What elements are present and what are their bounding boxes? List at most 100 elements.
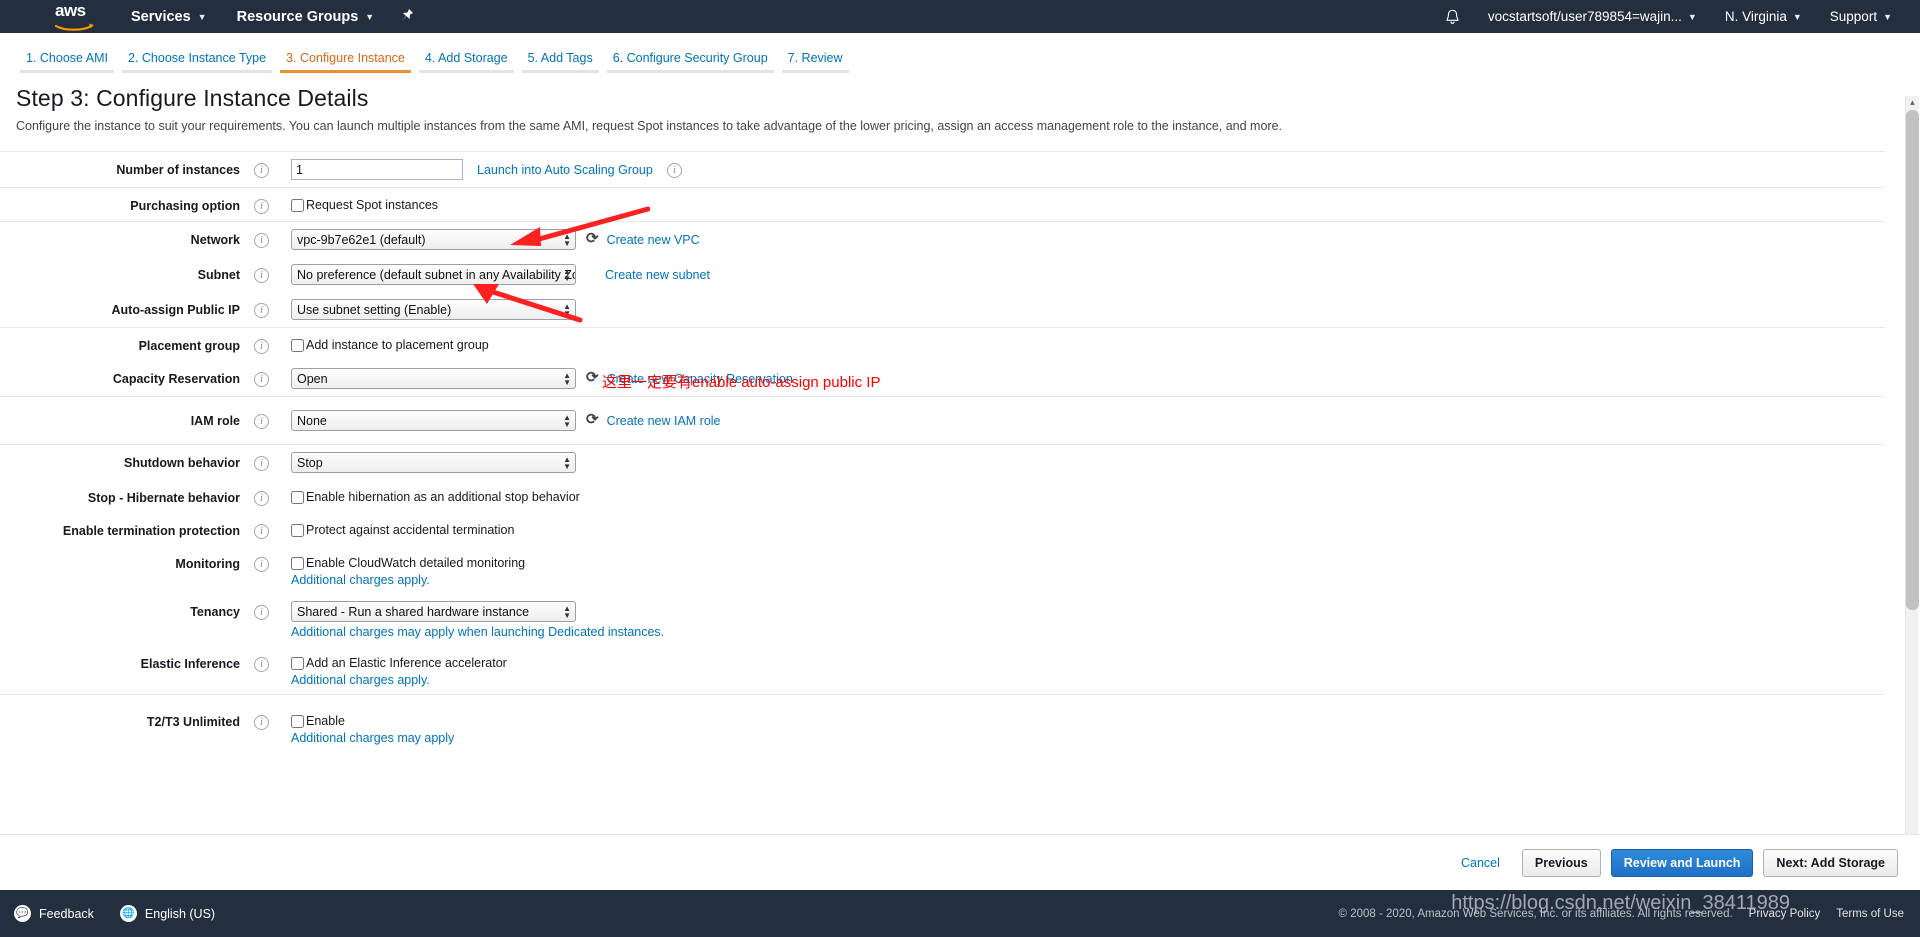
create-new-vpc-link[interactable]: Create new VPC [607, 233, 700, 247]
tab-configure-security-group[interactable]: 6. Configure Security Group [603, 51, 778, 73]
info-icon[interactable]: i [254, 456, 269, 471]
info-icon[interactable]: i [254, 524, 269, 539]
tab-add-storage[interactable]: 4. Add Storage [415, 51, 518, 73]
info-icon[interactable]: i [254, 491, 269, 506]
tab-add-tags[interactable]: 5. Add Tags [518, 51, 603, 73]
info-icon[interactable]: i [254, 715, 269, 730]
network-select[interactable]: vpc-9b7e62e1 (default) ▲ ▼ [291, 229, 576, 250]
bell-icon [1446, 9, 1459, 24]
tenancy-select[interactable]: Shared - Run a shared hardware instance … [291, 601, 576, 622]
scrollbar-thumb[interactable] [1906, 110, 1919, 610]
termination-protection-input[interactable] [291, 523, 304, 537]
review-and-launch-button[interactable]: Review and Launch [1610, 848, 1754, 877]
refresh-capacity-reservation-icon[interactable]: ⟳ [586, 369, 599, 386]
info-icon[interactable]: i [254, 657, 269, 672]
hibernate-behavior-input[interactable] [291, 490, 304, 504]
elastic-inference-checkbox[interactable]: Add an Elastic Inference accelerator [291, 653, 507, 670]
monitoring-charges-link[interactable]: Additional charges apply. [291, 573, 430, 587]
pin-icon[interactable] [400, 8, 414, 25]
launch-into-auto-scaling-group-link[interactable]: Launch into Auto Scaling Group [477, 163, 653, 177]
chevron-down-icon: ▼ [1792, 11, 1802, 22]
iam-role-select[interactable]: None ▲ ▼ [291, 410, 576, 431]
account-menu[interactable]: vocstartsoft/user789854=wajin... ▼ [1474, 9, 1711, 24]
hibernate-behavior-label: Enable hibernation as an additional stop… [306, 490, 580, 504]
feedback-button[interactable]: 💬 Feedback [14, 905, 94, 922]
label-number-of-instances: Number of instances [116, 163, 240, 177]
language-selector[interactable]: 🌐 English (US) [119, 905, 215, 922]
info-icon[interactable]: i [254, 233, 269, 248]
info-icon[interactable]: i [666, 163, 682, 178]
request-spot-instances-checkbox[interactable]: Request Spot instances [291, 195, 438, 212]
select-arrows-icon: ▲ ▼ [563, 603, 571, 620]
auto-assign-public-ip-select[interactable]: Use subnet setting (Enable) ▲ ▼ [291, 299, 576, 320]
tenancy-charges-link[interactable]: Additional charges may apply when launch… [291, 625, 664, 639]
wizard-button-bar: Cancel Previous Review and Launch Next: … [0, 834, 1920, 890]
number-of-instances-input[interactable] [291, 159, 463, 180]
info-icon[interactable]: i [254, 199, 269, 214]
next-add-storage-button[interactable]: Next: Add Storage [1763, 848, 1898, 877]
info-icon[interactable]: i [254, 557, 269, 572]
monitoring-input[interactable] [291, 556, 304, 570]
subnet-select[interactable]: No preference (default subnet in any Ava… [291, 264, 576, 285]
nav-resource-groups[interactable]: Resource Groups ▼ [237, 9, 375, 25]
page-scrollbar[interactable]: ▲ ▼ [1905, 96, 1919, 844]
scroll-up-arrow[interactable]: ▲ [1906, 96, 1919, 109]
support-menu[interactable]: Support ▼ [1816, 9, 1906, 24]
placement-group-input[interactable] [291, 338, 304, 352]
row-shutdown-behavior: Shutdown behavior i Stop ▲ ▼ [0, 445, 1885, 480]
tab-configure-instance[interactable]: 3. Configure Instance [276, 51, 415, 73]
auto-assign-public-ip-value: Use subnet setting (Enable) [297, 302, 452, 317]
cancel-button[interactable]: Cancel [1449, 849, 1512, 877]
label-shutdown-behavior: Shutdown behavior [124, 456, 240, 470]
monitoring-checkbox[interactable]: Enable CloudWatch detailed monitoring [291, 553, 525, 570]
info-icon[interactable]: i [254, 372, 269, 387]
region-menu[interactable]: N. Virginia ▼ [1711, 9, 1816, 24]
row-subnet: Subnet i No preference (default subnet i… [0, 257, 1885, 292]
terms-of-use-link[interactable]: Terms of Use [1836, 908, 1904, 920]
account-label: vocstartsoft/user789854=wajin... [1487, 9, 1682, 24]
tab-underline [122, 70, 273, 73]
t2-t3-charges-link[interactable]: Additional charges may apply [291, 731, 454, 745]
info-icon[interactable]: i [254, 163, 269, 178]
label-t2-t3-unlimited: T2/T3 Unlimited [146, 715, 240, 729]
select-arrows-icon: ▲ ▼ [563, 231, 571, 248]
tab-review[interactable]: 7. Review [778, 51, 853, 73]
elastic-inference-input[interactable] [291, 656, 304, 670]
form-section-placement: Placement group i Add instance to placem… [0, 328, 1885, 397]
info-icon[interactable]: i [254, 414, 269, 429]
support-label: Support [1829, 9, 1878, 24]
select-arrows-icon: ▲ ▼ [563, 454, 571, 471]
elastic-inference-charges-link[interactable]: Additional charges apply. [291, 673, 430, 687]
t2-t3-unlimited-checkbox[interactable]: Enable [291, 711, 345, 728]
placement-group-label: Add instance to placement group [306, 338, 489, 352]
request-spot-instances-input[interactable] [291, 198, 304, 212]
info-icon[interactable]: i [254, 268, 269, 283]
chevron-down-icon: ▼ [197, 11, 207, 22]
capacity-reservation-select[interactable]: Open ▲ ▼ [291, 368, 576, 389]
form-section-iam: IAM role i None ▲ ▼ ⟳ Create new IAM role [0, 397, 1885, 445]
info-icon[interactable]: i [254, 339, 269, 354]
info-icon[interactable]: i [254, 303, 269, 318]
aws-logo[interactable]: aws [54, 2, 101, 31]
notifications-bell[interactable] [1431, 9, 1474, 25]
create-new-iam-role-link[interactable]: Create new IAM role [607, 414, 721, 428]
row-elastic-inference: Elastic Inference i Add an Elastic Infer… [0, 646, 1885, 694]
shutdown-behavior-select[interactable]: Stop ▲ ▼ [291, 452, 576, 473]
refresh-network-icon[interactable]: ⟳ [586, 230, 599, 247]
nav-services[interactable]: Services ▼ [131, 9, 207, 25]
t2-t3-unlimited-input[interactable] [291, 714, 304, 728]
create-new-capacity-reservation-link[interactable]: Create new Capacity Reservation [607, 372, 793, 386]
privacy-policy-link[interactable]: Privacy Policy [1749, 908, 1821, 920]
info-icon[interactable]: i [254, 605, 269, 620]
create-new-subnet-link[interactable]: Create new subnet [605, 268, 710, 282]
tab-choose-instance-type[interactable]: 2. Choose Instance Type [118, 51, 276, 73]
refresh-iam-role-icon[interactable]: ⟳ [586, 411, 599, 428]
previous-button[interactable]: Previous [1521, 848, 1601, 877]
placement-group-checkbox[interactable]: Add instance to placement group [291, 335, 489, 352]
label-termination-protection: Enable termination protection [62, 524, 240, 538]
hibernate-behavior-checkbox[interactable]: Enable hibernation as an additional stop… [291, 487, 580, 504]
tab-choose-ami[interactable]: 1. Choose AMI [16, 51, 118, 73]
label-auto-assign-public-ip: Auto-assign Public IP [111, 303, 241, 317]
configure-instance-form: Number of instances i Launch into Auto S… [0, 151, 1885, 752]
termination-protection-checkbox[interactable]: Protect against accidental termination [291, 520, 514, 537]
